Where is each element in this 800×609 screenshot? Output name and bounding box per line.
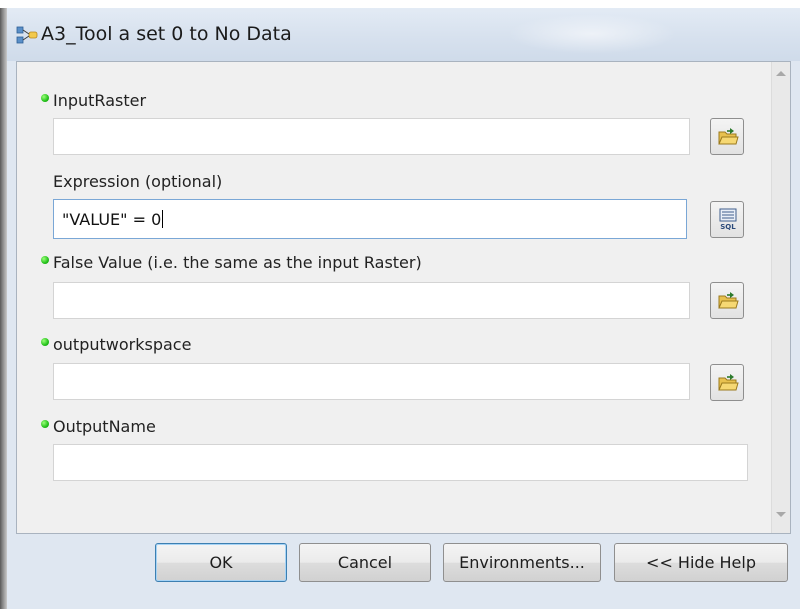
param-label-expression: Expression (optional) <box>53 172 223 191</box>
expression-field[interactable]: "VALUE" = 0 <box>53 199 687 239</box>
false-value-field[interactable] <box>53 282 690 319</box>
required-indicator-icon <box>41 256 49 264</box>
output-name-field[interactable] <box>53 444 748 481</box>
dialog-body: InputRaster Expression (optional) "VALUE… <box>16 61 791 534</box>
hide-help-button[interactable]: << Hide Help <box>614 543 788 582</box>
cancel-button[interactable]: Cancel <box>299 543 431 582</box>
title-bar-highlight <box>507 14 677 54</box>
required-indicator-icon <box>41 338 49 346</box>
ok-button[interactable]: OK <box>155 543 287 582</box>
vertical-scrollbar[interactable] <box>771 62 790 533</box>
required-indicator-icon <box>41 420 49 428</box>
sql-query-builder-button[interactable]: SQL <box>710 201 744 238</box>
folder-icon <box>718 128 739 145</box>
browse-output-workspace-button[interactable] <box>710 364 744 401</box>
background-strip <box>0 0 7 609</box>
tool-dialog: A3_Tool a set 0 to No Data InputRaster E… <box>7 8 800 609</box>
param-label-false-value: False Value (i.e. the same as the input … <box>53 253 422 272</box>
window-title: A3_Tool a set 0 to No Data <box>41 23 292 45</box>
folder-icon <box>718 292 739 309</box>
title-bar[interactable]: A3_Tool a set 0 to No Data <box>7 8 800 61</box>
background-top <box>0 0 800 8</box>
text-caret <box>162 210 164 228</box>
folder-icon <box>718 374 739 391</box>
model-tool-icon <box>16 26 38 44</box>
scroll-down-arrow-icon[interactable] <box>776 512 786 517</box>
required-indicator-icon <box>41 94 49 102</box>
param-label-output-workspace: outputworkspace <box>53 335 192 354</box>
browse-false-value-button[interactable] <box>710 282 744 319</box>
sql-icon: SQL <box>719 208 737 231</box>
param-label-output-name: OutputName <box>53 417 156 436</box>
param-label-input-raster: InputRaster <box>53 91 147 110</box>
environments-button[interactable]: Environments... <box>443 543 601 582</box>
input-raster-field[interactable] <box>53 118 690 155</box>
sql-icon-label: SQL <box>720 223 736 231</box>
scroll-up-arrow-icon[interactable] <box>776 71 786 76</box>
parameter-panel: InputRaster Expression (optional) "VALUE… <box>18 63 771 532</box>
browse-input-raster-button[interactable] <box>710 118 744 155</box>
expression-value: "VALUE" = 0 <box>62 210 164 229</box>
output-workspace-field[interactable] <box>53 363 690 400</box>
